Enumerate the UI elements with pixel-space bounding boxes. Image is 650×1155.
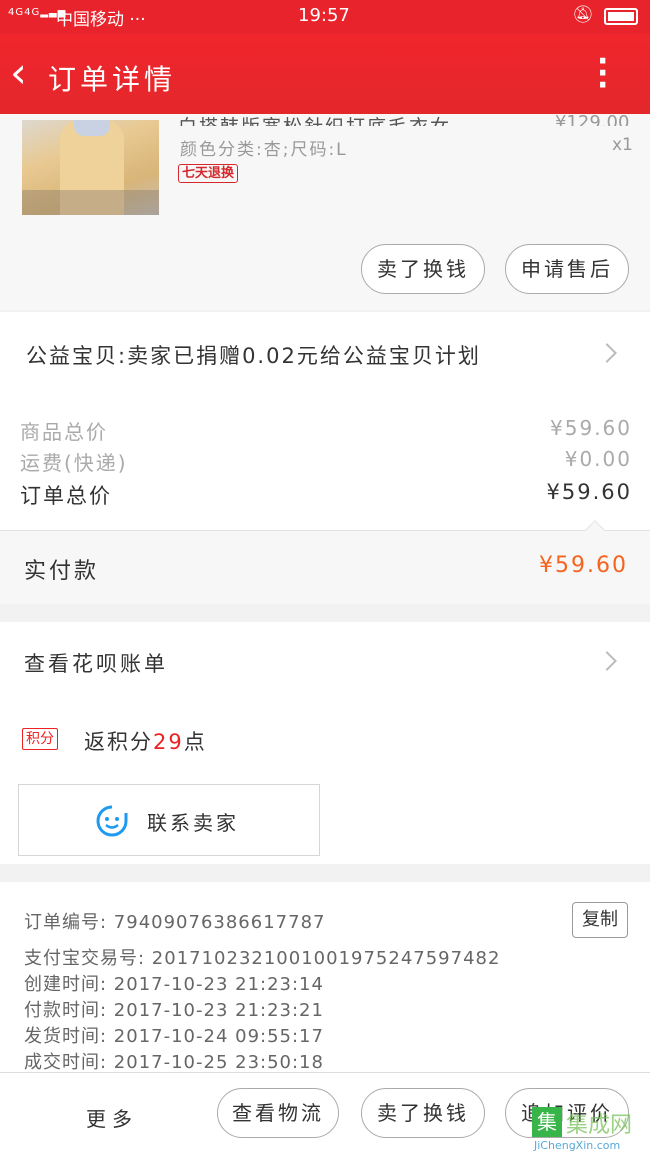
contact-seller-label: 联系卖家 xyxy=(147,811,239,835)
watermark-url: JiChengXin.com xyxy=(534,1139,621,1152)
watermark-brand: 集成网 xyxy=(566,1113,633,1138)
paid-row: 实付款 ¥59.60 xyxy=(0,520,650,604)
mute-bell-icon: 🔕︎ xyxy=(572,5,594,25)
alipay-transaction-number: 支付宝交易号: 2017102321001001975247597482 xyxy=(24,948,501,969)
product-spec: 颜色分类:杏;尺码:L xyxy=(180,140,348,160)
more-vertical-icon[interactable]: · · · xyxy=(597,47,608,101)
shipping-label: 运费(快递) xyxy=(20,451,128,475)
completed-time: 成交时间: 2017-10-25 23:50:18 xyxy=(24,1052,324,1073)
bottom-action-bar: 更多 查看物流 卖了换钱 追加评价 集 集成网 JiChengXin.com xyxy=(0,1072,650,1155)
chat-face-icon xyxy=(96,805,128,837)
order-info-section: 订单编号: 79409076386617787 支付宝交易号: 20171023… xyxy=(0,882,650,1082)
paid-time: 付款时间: 2017-10-23 21:23:21 xyxy=(24,1000,324,1021)
site-watermark: 集 集成网 JiChengXin.com xyxy=(532,1107,650,1155)
order-total-label: 订单总价 xyxy=(20,484,112,508)
product-name[interactable]: 白搭韩版宽松針织打底毛衣女 xyxy=(178,112,451,126)
sell-for-cash-bottom-button[interactable]: 卖了换钱 xyxy=(361,1088,485,1138)
price-section: 公益宝贝:卖家已捐赠0.02元给公益宝贝计划 商品总价 ¥59.60 运费(快递… xyxy=(0,312,650,604)
clock: 19:57 xyxy=(298,5,350,26)
back-arrow-icon[interactable]: ‹ xyxy=(10,52,27,94)
points-badge: 积分 xyxy=(22,728,58,750)
order-number: 订单编号: 79409076386617787 xyxy=(24,912,326,933)
goods-total-label: 商品总价 xyxy=(20,420,108,444)
product-quantity: x1 xyxy=(612,135,633,155)
sell-for-cash-button[interactable]: 卖了换钱 xyxy=(361,244,485,294)
shipping-value: ¥0.00 xyxy=(564,447,632,471)
charity-text[interactable]: 公益宝贝:卖家已捐赠0.02元给公益宝贝计划 xyxy=(26,340,481,370)
chevron-right-icon[interactable] xyxy=(597,343,617,363)
after-sale-button[interactable]: 申请售后 xyxy=(505,244,629,294)
points-suffix: 点 xyxy=(183,730,207,754)
contact-seller-button[interactable]: 联系卖家 xyxy=(18,784,320,856)
points-text: 返积分29点 xyxy=(84,726,207,756)
product-price: ¥129.00 xyxy=(555,112,630,126)
paid-label: 实付款 xyxy=(24,559,100,584)
product-section: 白搭韩版宽松針织打底毛衣女 ¥129.00 颜色分类:杏;尺码:L x1 七天退… xyxy=(0,112,650,310)
seven-day-return-badge: 七天退换 xyxy=(178,164,239,183)
huabei-bill-link[interactable]: 查看花呗账单 xyxy=(24,648,168,678)
created-time: 创建时间: 2017-10-23 21:23:14 xyxy=(24,974,324,995)
battery-icon xyxy=(604,8,638,25)
service-section: 查看花呗账单 积分 返积分29点 联系卖家 xyxy=(0,622,650,864)
goods-total-value: ¥59.60 xyxy=(550,416,632,440)
carrier-name: 中国移动 ··· xyxy=(56,10,146,30)
chevron-right-icon[interactable] xyxy=(597,651,617,671)
page-title: 订单详情 xyxy=(48,63,177,96)
nav-header: ‹ 订单详情 · · · xyxy=(0,34,650,116)
watermark-logo: 集 xyxy=(532,1107,562,1137)
points-prefix: 返积分 xyxy=(84,730,153,754)
points-value: 29 xyxy=(153,730,184,754)
status-bar: 4G4G▂▃▅ 中国移动 ··· 19:57 🔕︎ xyxy=(0,0,650,34)
caret-up-icon xyxy=(585,520,605,540)
product-thumbnail[interactable] xyxy=(22,120,159,215)
view-logistics-button[interactable]: 查看物流 xyxy=(217,1088,339,1138)
more-link[interactable]: 更多 xyxy=(86,1103,138,1132)
copy-button[interactable]: 复制 xyxy=(572,902,628,938)
paid-amount: ¥59.60 xyxy=(539,553,628,578)
order-total-value: ¥59.60 xyxy=(546,480,632,504)
shipped-time: 发货时间: 2017-10-24 09:55:17 xyxy=(24,1026,324,1047)
